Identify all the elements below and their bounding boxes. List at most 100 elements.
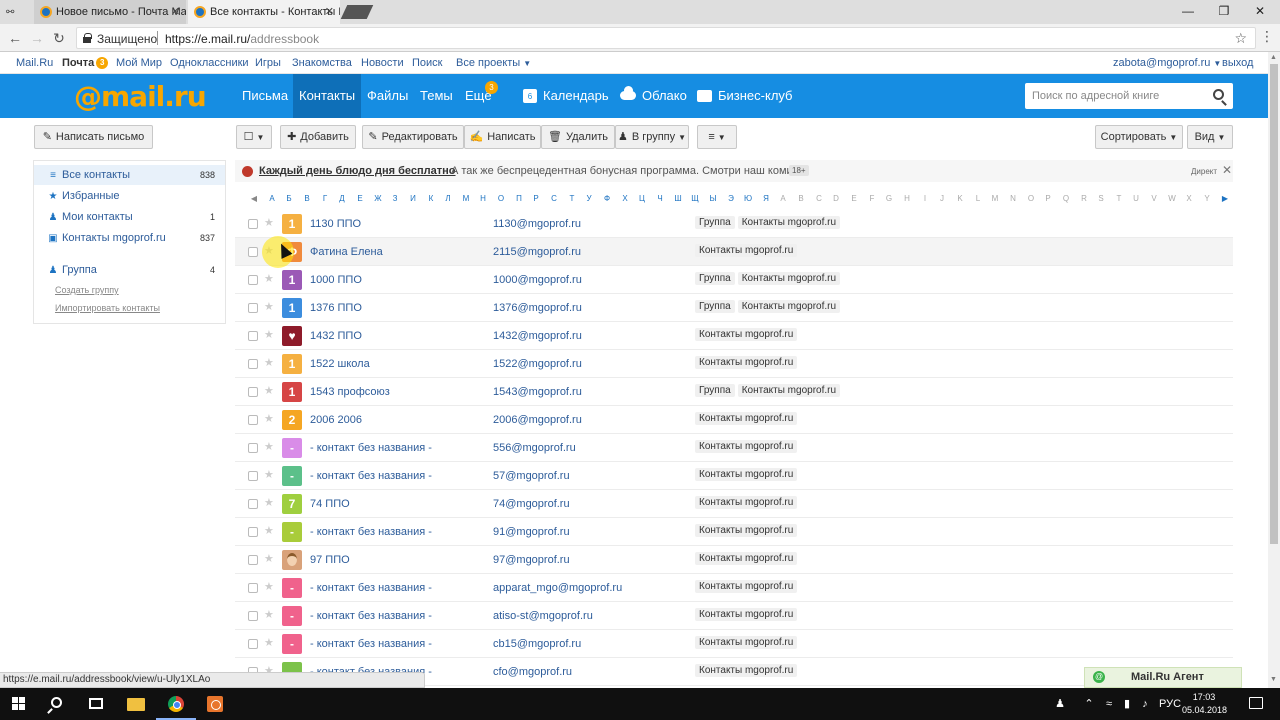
nav-themes[interactable]: Темы xyxy=(414,74,459,118)
contact-row[interactable]: ★ 1432 ППО 1432@mgoprof.ru Контакты mgoprof… xyxy=(235,322,1233,350)
contact-tag[interactable]: Группа xyxy=(695,272,735,285)
contact-row[interactable]: ★ 97 ППО 97@mgoprof.ru Контакты mgoprof.ru xyxy=(235,546,1233,574)
alphabet-letter[interactable]: H xyxy=(900,194,914,203)
search-icon[interactable] xyxy=(1213,89,1224,100)
favorite-star-icon[interactable]: ★ xyxy=(264,300,274,313)
contact-email[interactable]: 1376@mgoprof.ru xyxy=(493,302,582,314)
favorite-star-icon[interactable]: ★ xyxy=(264,580,274,593)
contact-tag[interactable]: Контакты mgoprof.ru xyxy=(695,328,798,341)
alphabet-letter[interactable]: З xyxy=(388,194,402,203)
contact-email[interactable]: 1130@mgoprof.ru xyxy=(493,218,581,230)
alphabet-letter[interactable]: П xyxy=(512,194,526,203)
contact-name[interactable]: - контакт без названия - xyxy=(310,610,432,622)
maximize-icon[interactable]: ❐ xyxy=(1206,0,1242,24)
nav-letters[interactable]: Письма xyxy=(236,74,294,118)
contact-email[interactable]: 1543@mgoprof.ru xyxy=(493,386,582,398)
contact-email[interactable]: 556@mgoprof.ru xyxy=(493,442,576,454)
scroll-down-icon[interactable]: ▼ xyxy=(1270,676,1277,683)
alphabet-letter[interactable]: Е xyxy=(353,194,367,203)
contact-tag[interactable]: Контакты mgoprof.ru xyxy=(695,244,798,257)
alphabet-letter[interactable]: К xyxy=(424,194,438,203)
alphabet-letter[interactable]: Ф xyxy=(600,194,614,203)
alphabet-letter[interactable]: Щ xyxy=(688,194,702,203)
language-indicator[interactable]: РУС xyxy=(1158,688,1182,720)
contact-row[interactable]: ★ 1 1522 школа 1522@mgoprof.ru Контакты mgop… xyxy=(235,350,1233,378)
write-button[interactable]: ✍ Написать xyxy=(464,125,541,149)
alphabet-letter[interactable]: K xyxy=(953,194,967,203)
contact-email[interactable]: cfo@mgoprof.ru xyxy=(493,666,572,678)
favorite-star-icon[interactable]: ★ xyxy=(264,608,274,621)
addressbook-search-input[interactable] xyxy=(1025,83,1205,109)
promo-title[interactable]: Каждый день блюдо дня бесплатно xyxy=(259,165,456,177)
user-menu[interactable]: zabota@mgoprof.ru ▼ xyxy=(1113,57,1221,69)
portal-link-search[interactable]: Поиск xyxy=(412,57,442,69)
contact-tag[interactable]: Контакты mgoprof.ru xyxy=(695,440,798,453)
contact-row[interactable]: ★ - - контакт без названия - 57@mgoprof.ru К… xyxy=(235,462,1233,490)
alphabet-letter[interactable]: S xyxy=(1094,194,1108,203)
alphabet-letter[interactable]: Ц xyxy=(635,194,649,203)
contact-tag[interactable]: Контакты mgoprof.ru xyxy=(695,496,798,509)
sidebar-item-mgoprof-contacts[interactable]: ▣ Контакты mgoprof.ru 837 xyxy=(34,228,225,248)
contact-tag[interactable]: Контакты mgoprof.ru xyxy=(695,636,798,649)
page-scrollbar[interactable]: ▲ ▼ xyxy=(1268,52,1280,688)
view-dropdown[interactable]: Вид ▼ xyxy=(1187,125,1233,149)
alphabet-prev-icon[interactable]: ◀ xyxy=(247,194,261,203)
contact-row[interactable]: ★ 1 1130 ППО 1130@mgoprof.ru Группа Контакты … xyxy=(235,210,1233,238)
favorite-star-icon[interactable]: ★ xyxy=(264,524,274,537)
tray-chevron-icon[interactable]: ⌃ xyxy=(1082,688,1096,720)
contact-tag[interactable]: Контакты mgoprof.ru xyxy=(695,664,798,677)
contact-email[interactable]: 1432@mgoprof.ru xyxy=(493,330,582,342)
contact-email[interactable]: 97@mgoprof.ru xyxy=(493,554,570,566)
alphabet-letter[interactable]: М xyxy=(459,194,473,203)
alphabet-letter[interactable]: Л xyxy=(441,194,455,203)
people-icon[interactable]: ♟ xyxy=(1052,688,1068,720)
browser-menu-icon[interactable]: ⋮ xyxy=(1260,28,1274,45)
contact-tag[interactable]: Контакты mgoprof.ru xyxy=(695,356,798,369)
contact-name[interactable]: 1543 профсоюз xyxy=(310,386,390,398)
alphabet-letter[interactable]: D xyxy=(829,194,843,203)
contact-name[interactable]: - контакт без названия - xyxy=(310,442,432,454)
favorite-star-icon[interactable]: ★ xyxy=(264,216,274,229)
favorite-star-icon[interactable]: ★ xyxy=(264,272,274,285)
alphabet-letter[interactable]: B xyxy=(794,194,808,203)
contact-name[interactable]: 1432 ППО xyxy=(310,330,362,342)
tab-close-icon[interactable]: ✕ xyxy=(171,0,180,24)
contact-email[interactable]: 1522@mgoprof.ru xyxy=(493,358,582,370)
contact-tag[interactable]: Контакты mgoprof.ru xyxy=(695,468,798,481)
portal-link-games[interactable]: Игры xyxy=(255,57,281,69)
portal-link-news[interactable]: Новости xyxy=(361,57,404,69)
portal-link-mail[interactable]: Почта 3 xyxy=(62,57,109,69)
contact-row[interactable]: ★ФФатина Елена2115@mgoprof.ruКонтакты mg… xyxy=(235,238,1233,266)
contact-email[interactable]: 57@mgoprof.ru xyxy=(493,470,570,482)
contact-checkbox[interactable] xyxy=(248,247,258,257)
contact-tag[interactable]: Группа xyxy=(695,300,735,313)
contact-checkbox[interactable] xyxy=(248,359,258,369)
new-tab-button[interactable] xyxy=(340,5,374,19)
contact-email[interactable]: 2115@mgoprof.ru xyxy=(493,246,581,258)
contact-email[interactable]: atiso-st@mgoprof.ru xyxy=(493,610,593,622)
import-contacts-link[interactable]: Импортировать контакты xyxy=(55,303,160,313)
scroll-up-icon[interactable]: ▲ xyxy=(1270,54,1277,61)
alphabet-letter[interactable]: V xyxy=(1147,194,1161,203)
battery-icon[interactable]: ▮ xyxy=(1120,688,1134,720)
taskbar-explorer[interactable] xyxy=(116,688,156,720)
contact-checkbox[interactable] xyxy=(248,219,258,229)
alphabet-letter[interactable]: А xyxy=(265,194,279,203)
promo-close-icon[interactable]: ✕ xyxy=(1222,163,1232,177)
task-view[interactable] xyxy=(76,688,116,720)
logout-link[interactable]: выход xyxy=(1222,57,1253,69)
alphabet-letter[interactable]: Т xyxy=(565,194,579,203)
alphabet-letter[interactable]: С xyxy=(547,194,561,203)
contact-row[interactable]: ★ 1 1376 ППО 1376@mgoprof.ru Группа Контакты … xyxy=(235,294,1233,322)
alphabet-letter[interactable]: P xyxy=(1041,194,1055,203)
favorite-star-icon[interactable]: ★ xyxy=(264,384,274,397)
alphabet-letter[interactable]: Б xyxy=(282,194,296,203)
alphabet-letter[interactable]: L xyxy=(971,194,985,203)
favorite-star-icon[interactable]: ★ xyxy=(264,412,274,425)
window-close-icon[interactable]: ✕ xyxy=(1242,0,1278,24)
taskbar-search[interactable] xyxy=(38,688,78,720)
alphabet-letter[interactable]: J xyxy=(935,194,949,203)
contact-name[interactable]: 1376 ППО xyxy=(310,302,362,314)
notifications-icon[interactable] xyxy=(1249,697,1263,709)
contact-row[interactable]: ★ - - контакт без названия - 91@mgoprof.ru К… xyxy=(235,518,1233,546)
